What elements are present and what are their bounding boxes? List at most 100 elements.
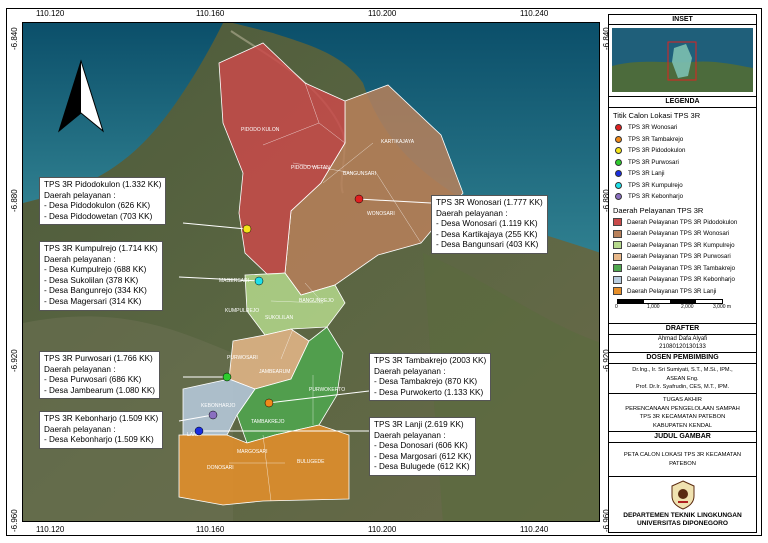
legend-label: Daerah Pelayanan TPS 3R Wonosari: [627, 230, 730, 238]
scale-bar: 0 1,000 2,000 3,000 m: [613, 299, 752, 313]
legend-dot-icon: [615, 193, 622, 201]
ta-line: KABUPATEN KENDAL: [652, 422, 713, 429]
legend-dot-icon: [615, 135, 622, 143]
legend-dot-icon: [615, 124, 622, 132]
legend-area-item: Daerah Pelayanan TPS 3R Kebonharjo: [613, 274, 752, 286]
ta-box: TUGAS AKHIR PERENCANAAN PENGELOLAAN SAMP…: [608, 394, 757, 432]
village-label: KUMPULREJO: [225, 308, 259, 314]
callout-line: - Desa Tambakrejo (870 KK): [374, 377, 478, 387]
callout-line: - Desa Pidodokulon (626 KK): [44, 201, 151, 211]
legend-label: Daerah Pelayanan TPS 3R Tambakrejo: [627, 264, 736, 272]
areas-list: Daerah Pelayanan TPS 3R Pidodokulon Daera…: [613, 217, 752, 298]
map-canvas[interactable]: PIDODO KULON PIDODO WETAN BANGUNSARI KAR…: [22, 22, 600, 522]
legend-dot-icon: [615, 170, 622, 178]
callout-line: - Desa Purwosari (686 KK): [44, 375, 142, 385]
legend-point-item: TPS 3R Tambakrejo: [613, 134, 752, 146]
village-label: JAMBEARUM: [259, 369, 290, 375]
callout-line: - Desa Margosari (612 KK): [374, 451, 472, 461]
village-label: DONOSARI: [207, 465, 234, 471]
legend-point-item: TPS 3R Kebonharjo: [613, 191, 752, 203]
drafter-name: Ahmad Dafa Alyafi: [657, 336, 708, 342]
legend-label: Daerah Pelayanan TPS 3R Pidodokulon: [627, 218, 738, 226]
legend-label: Daerah Pelayanan TPS 3R Kumpulrejo: [627, 241, 735, 249]
judul-box: PETA CALON LOKASI TPS 3R KECAMATAN PATEB…: [608, 443, 757, 477]
inset-map: [612, 28, 753, 92]
dept-box: DEPARTEMEN TEKNIK LINGKUNGAN UNIVERSITAS…: [608, 477, 757, 533]
points-list: TPS 3R Wonosari TPS 3R Tambakrejo TPS 3R P…: [613, 122, 752, 203]
callout-line: - Desa Pidodowetan (703 KK): [44, 211, 153, 221]
callout-kumpulrejo: TPS 3R Kumpulrejo (1.714 KK) Daerah pela…: [39, 241, 163, 311]
callout-line: - Desa Jambearum (1.080 KK): [44, 385, 156, 395]
dept-line: UNIVERSITAS DIPONEGORO: [636, 520, 729, 527]
legend-area-item: Daerah Pelayanan TPS 3R Purwosari: [613, 251, 752, 263]
tps-point-purwosari: [222, 372, 232, 382]
village-label: PIDODO WETAN: [291, 165, 330, 171]
tps-point-pidodokulon: [242, 224, 252, 234]
callout-line: - Desa Kebonharjo (1.509 KK): [44, 435, 154, 445]
legend-swatch: [613, 218, 622, 227]
callout-line: - Desa Wonosari (1.119 KK): [436, 219, 538, 229]
points-title: Titik Calon Lokasi TPS 3R: [613, 111, 701, 120]
callout-tambakrejo: TPS 3R Tambakrejo (2003 KK) Daerah pelay…: [369, 353, 492, 402]
callout-title: TPS 3R Wonosari (1.777 KK): [436, 198, 543, 207]
callout-title: TPS 3R Purwosari (1.766 KK): [44, 354, 153, 363]
dosen-line: ASEAN Eng.: [666, 375, 699, 382]
dosen-line: Prof. Dr.Ir. Syafrudin, CES, M.T., IPM.: [635, 384, 730, 390]
scale-label: 0: [615, 304, 618, 310]
legend-label: TPS 3R Tambakrejo: [628, 135, 684, 143]
callout-sub: Daerah pelayanan :: [44, 254, 116, 264]
callout-wonosari: TPS 3R Wonosari (1.777 KK) Daerah pelaya…: [431, 195, 548, 254]
ta-line: TPS 3R KECAMATAN PATEBON: [639, 414, 726, 420]
judul-line: PETA CALON LOKASI TPS 3R KECAMATAN: [623, 452, 742, 458]
village-label: BULUGEDE: [297, 459, 325, 465]
legend-point-item: TPS 3R Lanji: [613, 168, 752, 180]
dosen-line: Dr.Ing., Ir. Sri Sumiyati, S.T., M.Si., …: [632, 367, 733, 373]
lat-label: -6.920: [10, 349, 19, 372]
lat-label: -6.880: [10, 189, 19, 212]
university-logo-icon: [671, 480, 694, 510]
village-label: PURWOSARI: [227, 355, 258, 361]
callout-line: - Desa Sukolilan (378 KK): [44, 275, 139, 285]
legend-swatch: [613, 229, 622, 238]
callout-sub: Daerah pelayanan :: [436, 208, 508, 218]
callout-purwosari: TPS 3R Purwosari (1.766 KK) Daerah pelay…: [39, 351, 161, 400]
legend-point-item: TPS 3R Kumpulrejo: [613, 180, 752, 192]
legend-label: TPS 3R Purwosari: [628, 158, 679, 166]
legend-swatch: [613, 287, 622, 296]
lon-label: 110.120: [36, 525, 65, 534]
lon-label: 110.240: [520, 9, 549, 18]
legend-swatch: [613, 241, 622, 250]
lon-label: 110.120: [36, 9, 65, 18]
side-panel: INSET LEGENDA Titik Calon Lokasi TPS 3R …: [608, 14, 757, 534]
legend-label: Daerah Pelayanan TPS 3R Lanji: [627, 287, 717, 295]
legend-label: TPS 3R Pidodokulon: [628, 147, 686, 155]
callout-line: - Desa Purwokerto (1.133 KK): [374, 387, 484, 397]
legend-point-item: TPS 3R Wonosari: [613, 122, 752, 134]
village-label: BANGUNSARI: [343, 171, 376, 177]
callout-line: - Desa Bangunrejo (334 KK): [44, 286, 147, 296]
village-label: WONOSARI: [367, 211, 395, 217]
legend-area-item: Daerah Pelayanan TPS 3R Tambakrejo: [613, 263, 752, 275]
dosen-box: Dr.Ing., Ir. Sri Sumiyati, S.T., M.Si., …: [608, 364, 757, 394]
legend-swatch: [613, 275, 622, 284]
legend-area-item: Daerah Pelayanan TPS 3R Pidodokulon: [613, 217, 752, 229]
legend-area-item: Daerah Pelayanan TPS 3R Lanji: [613, 286, 752, 298]
legend-dot-icon: [615, 158, 622, 166]
ta-line: PERENCANAAN PENGELOLAAN SAMPAH: [625, 405, 740, 412]
callout-line: - Desa Kumpulrejo (688 KK): [44, 265, 147, 275]
legend-label: TPS 3R Kumpulrejo: [628, 181, 683, 189]
tps-point-tambakrejo: [264, 398, 274, 408]
callout-sub: Daerah pelayanan :: [44, 364, 116, 374]
inset-box: [608, 25, 757, 97]
village-label: MARGOSARI: [237, 449, 268, 455]
legend-label: TPS 3R Wonosari: [628, 124, 678, 132]
inset-title: INSET: [608, 14, 757, 25]
legend-dot-icon: [615, 181, 622, 189]
judul-title: JUDUL GAMBAR: [608, 432, 757, 443]
lon-label: 110.240: [520, 525, 549, 534]
callout-line: - Desa Kartikajaya (255 KK): [436, 229, 538, 239]
lon-label: 110.200: [368, 525, 397, 534]
callout-title: TPS 3R Kebonharjo (1.509 KK): [44, 414, 159, 423]
drafter-nim: 21080120130133: [659, 343, 706, 350]
tps-point-kumpulrejo: [254, 276, 264, 286]
